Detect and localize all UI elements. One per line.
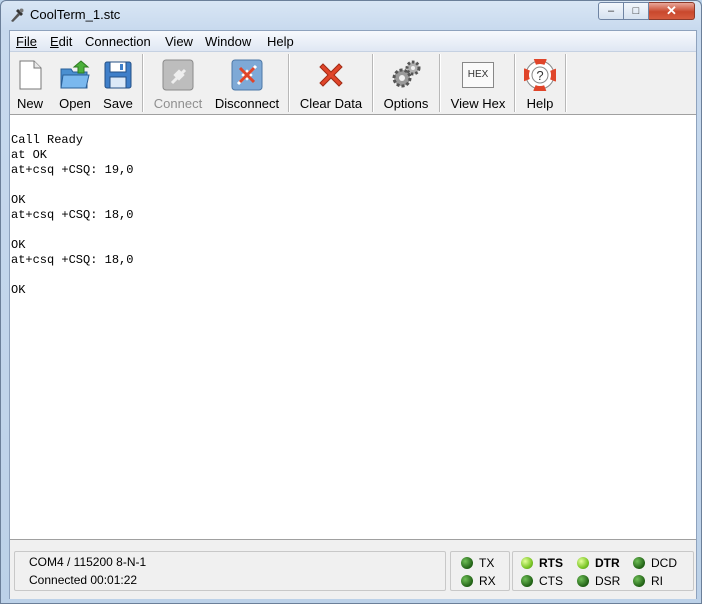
dsr-label: DSR: [595, 574, 621, 588]
toolbar-separator: [288, 54, 290, 112]
txrx-panel: TX RX: [450, 551, 510, 591]
view-hex-button[interactable]: HEX View Hex: [446, 56, 510, 112]
maximize-button[interactable]: □: [624, 2, 649, 20]
toolbar-separator: [142, 54, 144, 112]
save-disk-icon: [104, 61, 132, 89]
dtr-led-icon[interactable]: [577, 557, 589, 569]
new-button[interactable]: New: [10, 56, 50, 112]
title-bar[interactable]: CoolTerm_1.stc – □ ✕: [1, 1, 701, 29]
terminal-output[interactable]: Call Ready at OK at+csq +CSQ: 19,0 OK at…: [10, 115, 696, 540]
coolterm-icon: [11, 8, 24, 22]
menu-file[interactable]: File: [16, 34, 37, 49]
open-button[interactable]: Open: [54, 56, 96, 112]
toolbar-separator: [565, 54, 567, 112]
save-button[interactable]: Save: [98, 56, 138, 112]
app-window: CoolTerm_1.stc – □ ✕ File Edit Connectio…: [0, 0, 702, 604]
port-settings: COM4 / 115200 8-N-1: [29, 555, 147, 569]
help-lifebuoy-icon: ?: [524, 59, 556, 91]
cts-led-icon: [521, 575, 533, 587]
dtr-label: DTR: [595, 556, 620, 570]
menu-edit-rest: dit: [58, 34, 73, 49]
minimize-icon: –: [607, 5, 615, 17]
menu-window[interactable]: Window: [205, 34, 251, 49]
terminal-text: Call Ready at OK at+csq +CSQ: 19,0 OK at…: [11, 133, 134, 297]
dcd-led-icon: [633, 557, 645, 569]
menu-help[interactable]: Help: [267, 34, 294, 49]
connection-status: Connected 00:01:22: [29, 573, 138, 587]
maximize-icon: □: [632, 5, 640, 17]
clear-x-icon: [319, 63, 343, 87]
rx-led-icon: [461, 575, 473, 587]
new-document-icon: [19, 60, 42, 90]
toolbar-separator: [439, 54, 441, 112]
rts-label: RTS: [539, 556, 563, 570]
close-button[interactable]: ✕: [649, 2, 695, 20]
menu-view[interactable]: View: [165, 34, 193, 49]
connection-info-panel: COM4 / 115200 8-N-1 Connected 00:01:22: [14, 551, 446, 591]
connect-plug-icon: [162, 59, 194, 91]
dsr-led-icon: [577, 575, 589, 587]
menu-bar: File Edit Connection View Window Help: [10, 31, 696, 52]
toolbar: New Open Save Connect Disconnect Clear D…: [10, 52, 696, 115]
signal-lines-panel: RTS CTS DTR DSR DCD RI: [512, 551, 694, 591]
rx-label: RX: [479, 574, 496, 588]
clear-data-button[interactable]: Clear Data: [295, 56, 367, 112]
help-button[interactable]: ? Help: [518, 56, 562, 112]
ri-led-icon: [633, 575, 645, 587]
gears-icon: [392, 60, 421, 88]
options-button[interactable]: Options: [378, 56, 434, 112]
close-icon: ✕: [666, 3, 677, 18]
client-area: File Edit Connection View Window Help Ne…: [9, 30, 697, 599]
rts-led-icon[interactable]: [521, 557, 533, 569]
window-title: CoolTerm_1.stc: [30, 7, 121, 22]
minimize-button[interactable]: –: [598, 2, 624, 20]
status-bar: COM4 / 115200 8-N-1 Connected 00:01:22 T…: [10, 541, 696, 599]
ri-label: RI: [651, 574, 663, 588]
disconnect-button[interactable]: Disconnect: [211, 56, 283, 112]
toolbar-separator: [372, 54, 374, 112]
svg-text:?: ?: [536, 68, 543, 83]
tx-led-icon: [461, 557, 473, 569]
disconnect-plug-icon: [231, 59, 263, 91]
menu-edit[interactable]: Edit: [50, 34, 72, 49]
hex-icon: HEX: [462, 62, 494, 88]
tx-label: TX: [479, 556, 495, 570]
menu-connection[interactable]: Connection: [85, 34, 151, 49]
toolbar-separator: [514, 54, 516, 112]
connect-button[interactable]: Connect: [148, 56, 208, 112]
dcd-label: DCD: [651, 556, 677, 570]
cts-label: CTS: [539, 574, 563, 588]
open-folder-icon: [60, 60, 90, 89]
